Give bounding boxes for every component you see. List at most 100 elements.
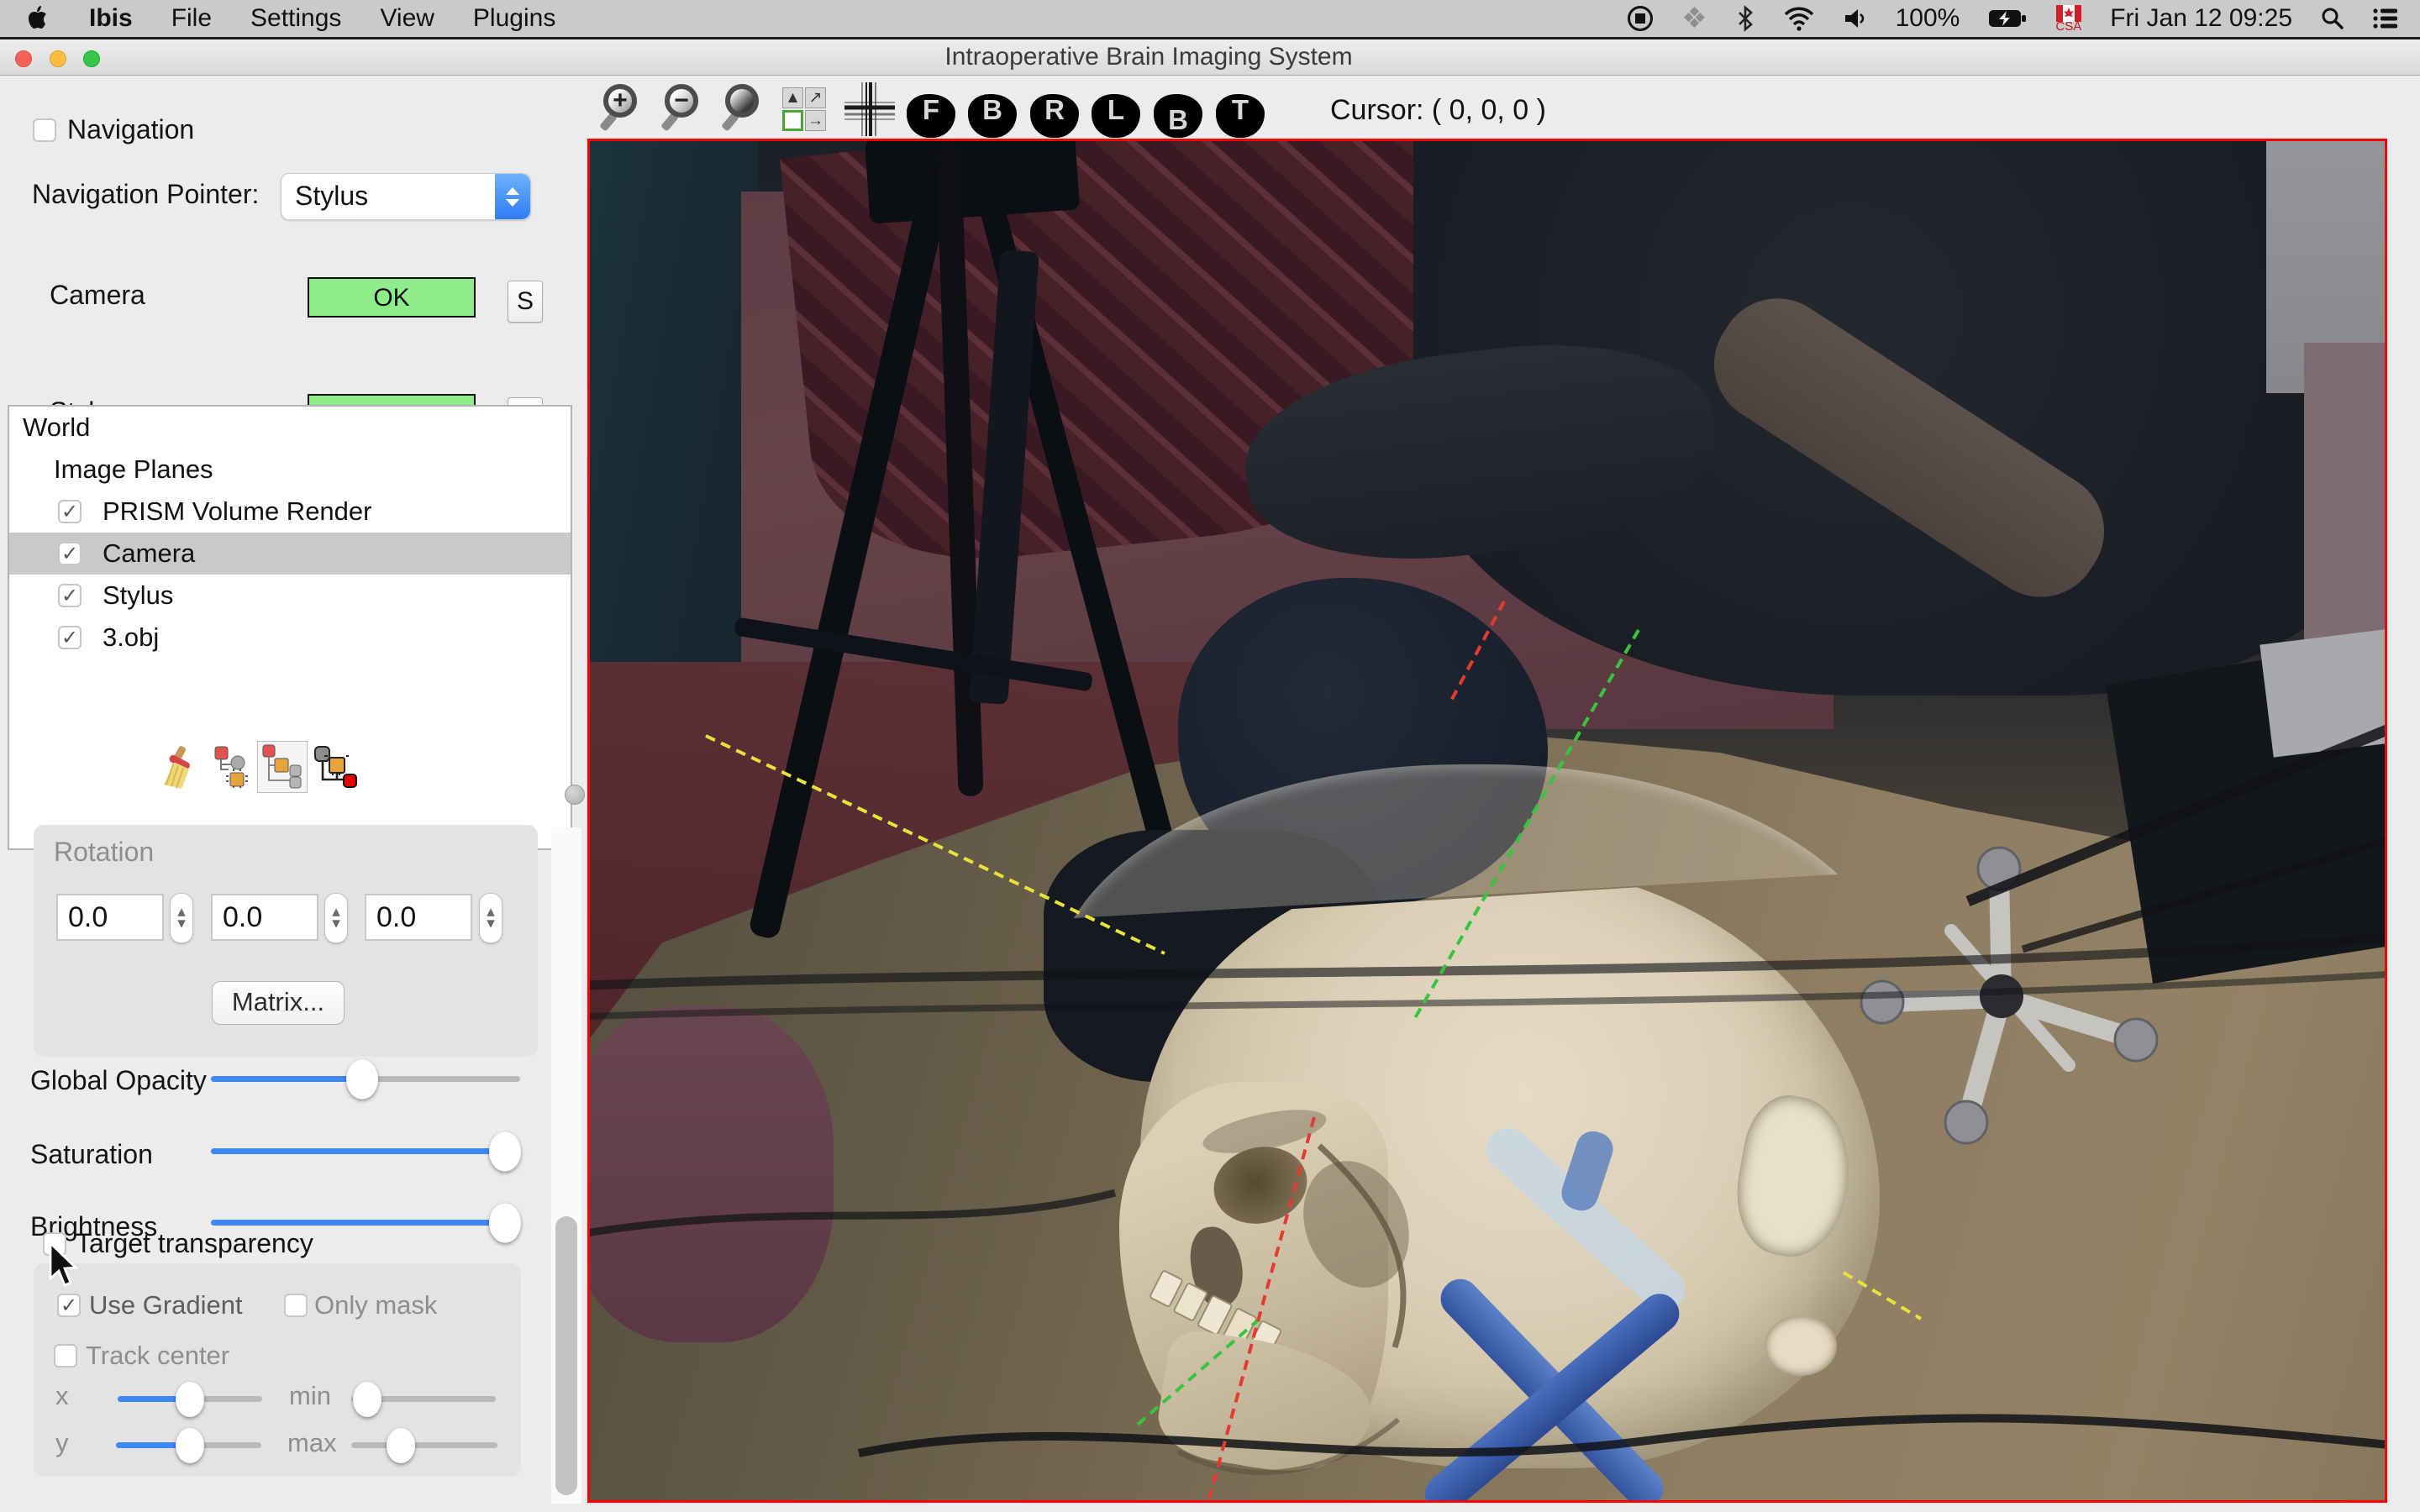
battery-icon[interactable] xyxy=(1988,8,2027,29)
tree-label: Camera xyxy=(103,538,196,568)
global-opacity-thumb[interactable] xyxy=(346,1059,379,1099)
battery-percent: 100% xyxy=(1895,4,1960,32)
input-source-flag-icon[interactable]: CSA xyxy=(2055,5,2082,34)
tree-label: Image Planes xyxy=(54,454,213,484)
min-slider[interactable] xyxy=(351,1381,496,1417)
tree-row-stylus[interactable]: ✓ Stylus xyxy=(9,575,571,617)
only-mask-checkbox[interactable] xyxy=(284,1294,308,1317)
crosshair-planes-icon[interactable] xyxy=(844,82,895,140)
rotation-y-stepper[interactable]: ▴ ▾ xyxy=(324,893,348,943)
window-title-bar[interactable]: Intraoperative Brain Imaging System xyxy=(0,39,2420,76)
bluetooth-icon[interactable] xyxy=(1736,5,1754,32)
splitter-handle[interactable] xyxy=(565,785,585,805)
tree-row-world[interactable]: World xyxy=(9,407,571,449)
y-thumb[interactable] xyxy=(176,1427,205,1463)
zoom-out-icon[interactable]: − xyxy=(660,84,712,138)
saturation-label: Saturation xyxy=(30,1139,153,1169)
x-thumb[interactable] xyxy=(176,1381,204,1417)
view-left-button[interactable]: L xyxy=(1092,82,1140,138)
min-label: min xyxy=(289,1381,331,1410)
tree-label: Stylus xyxy=(103,580,174,610)
saturation-slider[interactable] xyxy=(211,1131,521,1171)
camera-label: Camera xyxy=(50,280,145,310)
rotation-x-field[interactable]: 0.0 xyxy=(56,894,164,941)
x-slider[interactable] xyxy=(118,1381,262,1417)
window-title: Intraoperative Brain Imaging System xyxy=(944,43,1353,71)
menu-settings[interactable]: Settings xyxy=(250,4,341,33)
clear-scene-broom-icon[interactable] xyxy=(155,744,200,794)
global-opacity-slider[interactable] xyxy=(211,1059,520,1099)
tree-checkbox[interactable]: ✓ xyxy=(58,500,82,523)
volume-icon[interactable] xyxy=(1844,7,1867,30)
max-slider[interactable] xyxy=(351,1427,497,1463)
tree-row-image-planes[interactable]: Image Planes xyxy=(9,449,571,491)
max-label: max xyxy=(287,1428,337,1457)
reference-frame-hub xyxy=(1980,974,2023,1018)
rotation-z-stepper[interactable]: ▴ ▾ xyxy=(479,893,502,943)
track-center-label: Track center xyxy=(86,1341,230,1370)
view-right-button[interactable]: R xyxy=(1030,82,1079,138)
use-gradient-checkbox[interactable]: ✓ xyxy=(57,1294,81,1317)
camera-3d-viewport[interactable] xyxy=(587,139,2387,1503)
navigation-pointer-label: Navigation Pointer: xyxy=(32,179,260,209)
menu-plugins[interactable]: Plugins xyxy=(473,4,555,33)
tree-add-object-icon[interactable] xyxy=(212,744,254,794)
panel-scrollbar[interactable] xyxy=(551,827,581,1504)
rotation-title: Rotation xyxy=(54,837,155,867)
view-front-button[interactable]: F xyxy=(907,82,955,138)
spotlight-search-icon[interactable] xyxy=(2321,7,2344,30)
zoom-in-icon[interactable]: + xyxy=(599,84,650,138)
only-mask-label: Only mask xyxy=(314,1290,438,1320)
input-source-label: CSA xyxy=(2055,19,2082,34)
camera-snapshot-button[interactable]: S xyxy=(508,281,543,323)
view-back-button[interactable]: B xyxy=(968,82,1017,138)
view-top-button[interactable]: T xyxy=(1216,82,1265,138)
camera-status-button[interactable]: OK xyxy=(308,277,476,318)
navigation-checkbox[interactable] xyxy=(33,118,56,142)
tree-checkbox[interactable]: ✓ xyxy=(58,584,82,607)
zoom-fit-icon[interactable] xyxy=(721,84,772,138)
cursor-coordinates: Cursor: ( 0, 0, 0 ) xyxy=(1330,94,1546,126)
apple-menu-icon[interactable] xyxy=(25,4,50,33)
rotation-z-field[interactable]: 0.0 xyxy=(365,894,472,941)
yellow-axis-line xyxy=(1842,1271,1923,1320)
red-axis-line xyxy=(1449,601,1506,703)
screen-record-icon[interactable] xyxy=(1628,6,1654,31)
viewport-overlay-graphics xyxy=(590,601,2385,1499)
wifi-icon[interactable] xyxy=(1783,6,1815,31)
menu-file[interactable]: File xyxy=(171,4,212,33)
view-bottom-button[interactable]: B xyxy=(1154,82,1202,138)
panel-scrollbar-thumb[interactable] xyxy=(555,1216,577,1495)
x-label: x xyxy=(55,1381,69,1410)
track-center-checkbox[interactable] xyxy=(54,1344,77,1368)
combo-arrows-icon xyxy=(495,174,530,219)
tree-row-camera[interactable]: ✓ Camera xyxy=(9,533,571,575)
navigation-pointer-value: Stylus xyxy=(295,181,369,211)
tree-delete-object-icon[interactable] xyxy=(313,744,358,794)
rotation-x-stepper[interactable]: ▴ ▾ xyxy=(170,893,193,943)
notification-center-icon[interactable] xyxy=(2373,8,2398,29)
tree-label: PRISM Volume Render xyxy=(103,496,372,526)
brightness-slider[interactable] xyxy=(211,1203,521,1242)
menu-app-name[interactable]: Ibis xyxy=(89,4,133,33)
navigation-pointer-select[interactable]: Stylus xyxy=(281,173,531,220)
use-gradient-label: Use Gradient xyxy=(89,1290,243,1320)
dropbox-icon[interactable]: ❖ xyxy=(1681,2,1707,35)
tree-label: 3.obj xyxy=(103,622,160,652)
tree-checkbox[interactable]: ✓ xyxy=(58,626,82,649)
expand-views-icon[interactable]: ▲ ↗ → xyxy=(782,87,826,131)
global-opacity-label: Global Opacity xyxy=(30,1065,207,1095)
max-thumb[interactable] xyxy=(387,1427,416,1463)
tree-row-prism[interactable]: ✓ PRISM Volume Render xyxy=(9,491,571,533)
brightness-thumb[interactable] xyxy=(488,1203,521,1242)
y-slider[interactable] xyxy=(116,1427,261,1463)
tree-row-3obj[interactable]: ✓ 3.obj xyxy=(9,617,571,659)
saturation-thumb[interactable] xyxy=(488,1131,521,1171)
tree-checkbox[interactable]: ✓ xyxy=(58,542,82,565)
rotation-y-field[interactable]: 0.0 xyxy=(211,894,318,941)
menu-view[interactable]: View xyxy=(380,4,434,33)
min-thumb[interactable] xyxy=(352,1381,381,1417)
axis-lines xyxy=(705,601,1923,1499)
tree-expand-all-icon[interactable] xyxy=(257,741,308,793)
matrix-button[interactable]: Matrix... xyxy=(212,981,345,1025)
